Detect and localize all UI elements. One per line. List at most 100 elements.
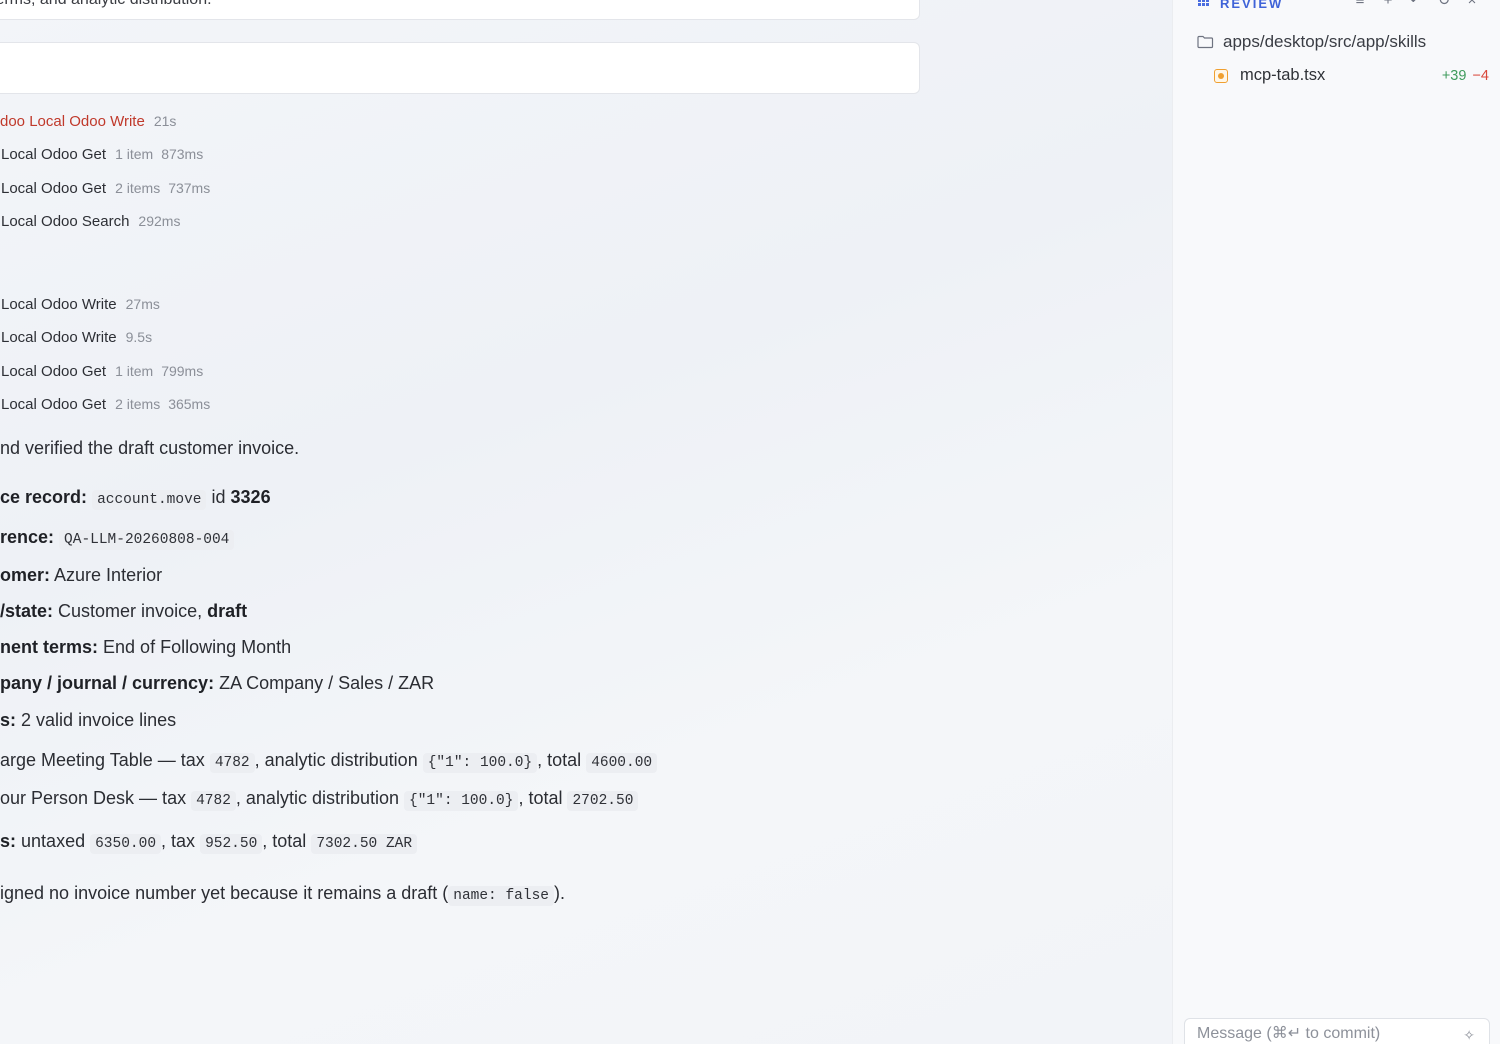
totals-untaxed-text: untaxed xyxy=(21,831,86,851)
summary-company-line: pany / journal / currency: ZA Company / … xyxy=(0,673,434,694)
review-panel-header: REVIEW ≡ + ↶ ↻ × xyxy=(1197,0,1497,12)
tool-call-count: 2 items xyxy=(115,396,161,412)
tool-call-name: Local Odoo Write xyxy=(1,296,117,313)
tool-call-duration: 292ms xyxy=(138,213,181,229)
tool-call-row[interactable]: Local Odoo Write 9.5s xyxy=(1,329,160,349)
tool-call-name: Local Odoo Search xyxy=(1,213,130,230)
line-product: our Person Desk — tax xyxy=(0,788,187,808)
summary-intro: nd verified the draft customer invoice. xyxy=(0,438,299,459)
company-value: ZA Company / Sales / ZAR xyxy=(219,673,435,693)
summary-reference-line: rence: QA-LLM-20260808-004 xyxy=(0,527,235,550)
lines-value: 2 valid invoice lines xyxy=(21,710,177,730)
list-view-icon[interactable]: ≡ xyxy=(1352,0,1368,10)
terms-label: nent terms: xyxy=(0,637,99,657)
tool-call-duration: 21s xyxy=(153,113,177,129)
folder-row[interactable]: apps/desktop/src/app/skills xyxy=(1197,32,1426,52)
tool-call-name: Local Odoo Get xyxy=(1,146,107,163)
review-title: REVIEW xyxy=(1220,0,1284,11)
file-deletions: −4 xyxy=(1472,67,1489,84)
tool-call-name: doo Local Odoo Write xyxy=(0,113,145,130)
terms-value: End of Following Month xyxy=(103,637,292,657)
previous-message-card: terms, and analytic distribution. xyxy=(0,0,920,20)
tool-call-count: 1 item xyxy=(115,363,154,379)
lines-label: s: xyxy=(0,710,17,730)
tool-call-row[interactable]: Local Odoo Get 2 items 737ms xyxy=(1,180,218,200)
folder-icon xyxy=(1197,35,1214,49)
changed-file-row[interactable]: mcp-tab.tsx +39 −4 xyxy=(1214,66,1489,85)
totals-total-text: , total xyxy=(262,831,307,851)
sparkle-icon[interactable]: ✧ xyxy=(1463,1027,1475,1044)
tool-call-duration: 365ms xyxy=(168,396,211,412)
customer-label: omer: xyxy=(0,565,51,585)
customer-value: Azure Interior xyxy=(54,565,163,585)
state-draft: draft xyxy=(207,601,248,621)
review-grid-icon xyxy=(1197,0,1209,6)
tool-call-row[interactable]: Local Odoo Get 1 item 799ms xyxy=(1,363,211,383)
previous-message-text: terms, and analytic distribution. xyxy=(0,0,212,9)
footer-text: igned no invoice number yet because it r… xyxy=(0,883,449,903)
tool-call-name: Local Odoo Get xyxy=(1,180,107,197)
review-actions: ≡ + ↶ ↻ × xyxy=(1352,0,1480,10)
summary-footer-line: igned no invoice number yet because it r… xyxy=(0,883,565,906)
line-total-label: , total xyxy=(537,750,582,770)
invoice-line-1: arge Meeting Table — tax 4782, analytic … xyxy=(0,750,658,773)
line-analytic-code: {"1": 100.0} xyxy=(422,753,538,773)
tool-call-name: Local Odoo Get xyxy=(1,363,107,380)
totals-tax-code: 952.50 xyxy=(200,834,263,854)
summary-lines-line: s: 2 valid invoice lines xyxy=(0,710,176,731)
invoice-line-2: our Person Desk — tax 4782, analytic dis… xyxy=(0,788,639,811)
modified-file-icon xyxy=(1214,68,1228,83)
summary-record-line: ce record: account.move id 3326 xyxy=(0,487,271,510)
tool-call-row[interactable]: Local Odoo Get 2 items 365ms xyxy=(1,396,218,416)
summary-intro-text: nd verified the draft customer invoice. xyxy=(0,438,300,458)
tool-call-row[interactable]: Local Odoo Search 292ms xyxy=(1,213,188,233)
record-model-code: account.move xyxy=(92,490,207,510)
reference-code: QA-LLM-20260808-004 xyxy=(59,530,235,550)
chat-composer-box[interactable] xyxy=(0,42,920,94)
tool-call-row[interactable]: doo Local Odoo Write 21s xyxy=(0,113,184,133)
review-panel: REVIEW ≡ + ↶ ↻ × apps/desktop/src/app/sk… xyxy=(1172,0,1500,1044)
totals-tax-text: , tax xyxy=(161,831,196,851)
tool-call-duration: 9.5s xyxy=(125,329,153,345)
summary-customer-line: omer: Azure Interior xyxy=(0,565,162,586)
line-product: arge Meeting Table — tax xyxy=(0,750,205,770)
tool-call-name: Local Odoo Get xyxy=(1,396,107,413)
line-analytic-label: , analytic distribution xyxy=(254,750,418,770)
record-id-value: 3326 xyxy=(230,487,271,507)
summary-state-line: /state: Customer invoice, draft xyxy=(0,601,247,622)
tool-call-duration: 799ms xyxy=(161,363,204,379)
state-label: /state: xyxy=(0,601,54,621)
tool-call-duration: 737ms xyxy=(168,180,211,196)
totals-label: s: xyxy=(0,831,17,851)
refresh-icon[interactable]: ↻ xyxy=(1436,0,1452,10)
chat-main-area: terms, and analytic distribution. doo Lo… xyxy=(0,0,1172,1044)
summary-totals-line: s: untaxed 6350.00, tax 952.50, total 73… xyxy=(0,831,418,854)
line-total-code: 2702.50 xyxy=(567,791,639,811)
commit-message-box[interactable]: ✧ xyxy=(1184,1018,1490,1044)
footer-code: name: false xyxy=(448,886,554,906)
tool-call-count: 1 item xyxy=(115,146,154,162)
state-value: Customer invoice, xyxy=(58,601,203,621)
reference-label: rence: xyxy=(0,527,55,547)
plus-icon[interactable]: + xyxy=(1380,0,1396,10)
totals-untaxed-code: 6350.00 xyxy=(90,834,162,854)
file-name: mcp-tab.tsx xyxy=(1240,66,1326,84)
commit-message-input[interactable] xyxy=(1197,1025,1437,1043)
file-additions: +39 xyxy=(1441,67,1467,84)
tool-call-name: Local Odoo Write xyxy=(1,329,117,346)
tool-call-row[interactable]: Local Odoo Write 27ms xyxy=(1,296,168,316)
line-total-label: , total xyxy=(518,788,563,808)
line-total-code: 4600.00 xyxy=(586,753,658,773)
company-label: pany / journal / currency: xyxy=(0,673,215,693)
footer-end: ). xyxy=(553,883,565,903)
record-label: ce record: xyxy=(0,487,88,507)
line-analytic-code: {"1": 100.0} xyxy=(404,791,519,811)
summary-terms-line: nent terms: End of Following Month xyxy=(0,637,291,658)
record-id-text: id xyxy=(211,487,226,507)
line-tax-code: 4782 xyxy=(209,753,255,773)
revert-icon[interactable]: ↶ xyxy=(1408,0,1424,10)
tool-call-row[interactable]: Local Odoo Get 1 item 873ms xyxy=(1,146,211,166)
tool-call-duration: 27ms xyxy=(125,296,160,312)
close-icon[interactable]: × xyxy=(1464,0,1480,10)
line-tax-code: 4782 xyxy=(191,791,236,811)
